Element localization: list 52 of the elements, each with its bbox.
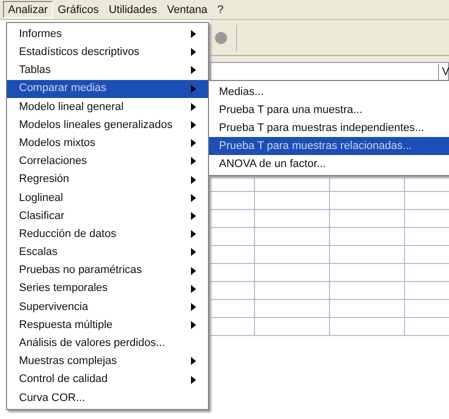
menu-item[interactable]: Regresión (7, 170, 208, 189)
submenu-arrow-icon (191, 157, 196, 166)
cell-editor-field[interactable]: V (210, 62, 449, 82)
menu-item[interactable]: Prueba T para muestras independientes... (209, 119, 449, 137)
submenu-arrow-icon (191, 139, 196, 148)
submenu-arrow-icon (191, 121, 196, 130)
menu-bar-item[interactable]: Ventana (162, 1, 212, 18)
menu-item[interactable]: Modelos lineales generalizados (7, 116, 208, 134)
menu-bar-item[interactable]: Analizar (3, 1, 53, 18)
menu-item[interactable]: Pruebas no paramétricas (7, 261, 208, 280)
menu-item[interactable]: Prueba T para una muestra... (209, 101, 449, 119)
menu-item[interactable]: Control de calidad (7, 370, 208, 389)
submenu-arrow-icon (191, 84, 196, 93)
circle-icon[interactable] (214, 30, 228, 44)
menu-item[interactable]: Modelos mixtos (7, 134, 208, 152)
submenu-arrow-icon (191, 357, 196, 366)
menu-item[interactable]: Clasificar (7, 206, 208, 226)
menu-item[interactable]: Muestras complejas (7, 352, 208, 371)
menu-item[interactable]: Respuesta múltiple (7, 316, 208, 334)
menu-item[interactable]: Escalas (7, 243, 208, 262)
menu-item[interactable]: Curva COR... (7, 388, 208, 407)
submenu-arrow-icon (191, 66, 196, 74)
menu-bar-item[interactable]: ? (212, 1, 229, 18)
submenu-arrow-icon (191, 302, 196, 311)
menu-item[interactable]: ANOVA de un factor... (209, 155, 449, 173)
submenu-arrow-icon (191, 248, 196, 256)
submenu-arrow-icon (191, 212, 196, 220)
menu-item[interactable]: Tablas (7, 61, 208, 80)
menu-item[interactable]: Series temporales (7, 280, 208, 298)
menu-item[interactable]: Modelo lineal general (7, 98, 208, 116)
submenu-arrow-icon (191, 230, 196, 238)
menu-item[interactable]: Prueba T para muestras relacionadas... (209, 137, 449, 155)
submenu-arrow-icon (191, 321, 196, 330)
submenu-arrow-icon (191, 376, 196, 384)
menu-bar-item[interactable]: Utilidades (104, 1, 162, 18)
menu-item[interactable]: Correlaciones (7, 152, 208, 170)
menu-item[interactable]: Reducción de datos (7, 225, 208, 244)
menu-item[interactable]: Comparar medias (7, 80, 208, 98)
menu-item[interactable]: Medias... (209, 83, 449, 101)
submenu-arrow-icon (191, 102, 196, 111)
menu-item[interactable]: Informes (7, 25, 208, 44)
submenu-arrow-icon (191, 284, 196, 293)
menu-item[interactable]: Análisis de valores perdidos... (7, 334, 208, 352)
submenu-arrow-icon (191, 30, 196, 38)
menu-item[interactable]: Supervivencia (7, 298, 208, 316)
submenu-arrow-icon (191, 194, 196, 202)
menu-item[interactable]: Estadísticos descriptivos (7, 43, 208, 62)
menu-bar-item[interactable]: Gráficos (52, 1, 104, 18)
submenu-arrow-icon (191, 266, 196, 275)
submenu-arrow-icon (191, 48, 196, 56)
menu-item[interactable]: Loglineal (7, 188, 208, 207)
submenu-arrow-icon (191, 176, 196, 184)
